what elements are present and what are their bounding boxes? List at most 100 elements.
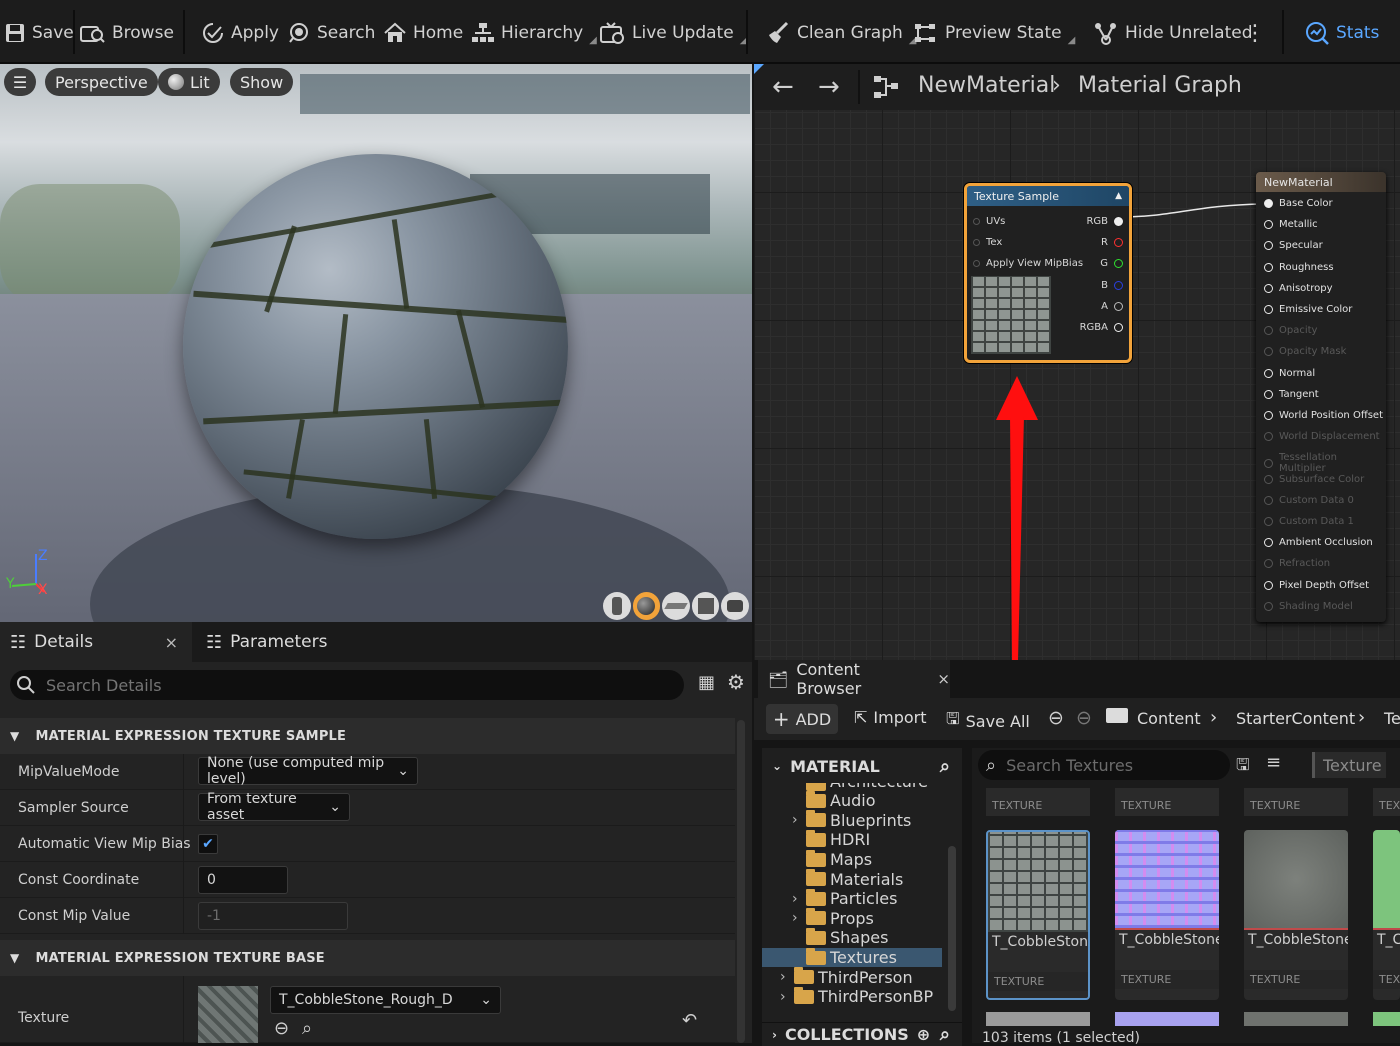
filter-icon[interactable]: ≡: [1266, 752, 1281, 773]
folder-item[interactable]: › Particles: [762, 888, 942, 909]
preview-state-label: Preview State: [945, 23, 1062, 43]
live-update-button[interactable]: Live Update ◢: [600, 14, 747, 52]
kebab-icon: ⋮: [1244, 20, 1266, 46]
material-graph-canvas[interactable]: ← → NewMaterial › Material Graph Texture…: [754, 64, 1400, 660]
path-content[interactable]: Content: [1137, 709, 1201, 728]
chevron-right-icon[interactable]: ›: [780, 989, 790, 1005]
main-toolbar: Save Browse Apply Search Home Hierarchy …: [0, 0, 1400, 64]
stats-button[interactable]: Stats: [1304, 14, 1379, 52]
asset-tile-cobblestone-rough-d[interactable]: T_CobbleStone_Rough_ TEXTURE: [986, 830, 1090, 1000]
asset-tile-cobblestone-rough-n[interactable]: T_CobbleStone_Rough_ TEXTURE: [1115, 830, 1219, 1000]
hierarchy-button[interactable]: Hierarchy ◢: [471, 14, 597, 52]
save-icon: 🖫: [946, 709, 960, 728]
cube-mesh-button[interactable]: [691, 592, 720, 620]
tree-scrollbar[interactable]: [948, 846, 956, 1011]
folder-item[interactable]: › Props: [762, 908, 942, 929]
search-icon[interactable]: ⌕: [940, 756, 950, 777]
more-options-button[interactable]: ⋮: [1244, 14, 1266, 52]
save-search-icon[interactable]: 🖫: [1236, 754, 1250, 781]
folder-item[interactable]: Audio: [762, 790, 942, 811]
browse-button[interactable]: Browse: [80, 14, 174, 52]
asset-tile-next-row[interactable]: [986, 1012, 1090, 1026]
show-button[interactable]: Show: [230, 68, 294, 96]
table-view-icon[interactable]: ▦: [698, 672, 715, 693]
asset-tile-cstone-partial[interactable]: T_CSto TEX: [1373, 830, 1400, 1000]
asset-name: T_CobbleStone_Rough_: [1119, 932, 1219, 948]
history-forward-icon[interactable]: ⊖: [1076, 707, 1092, 729]
tab-content-browser[interactable]: 🗂 Content Browser ×: [758, 660, 950, 698]
apply-button[interactable]: Apply: [201, 14, 279, 52]
mip-value-mode-value: None (use computed mip level): [207, 755, 385, 787]
section-texture-base[interactable]: ▼ MATERIAL EXPRESSION TEXTURE BASE: [0, 940, 735, 976]
custom-mesh-button[interactable]: [721, 592, 749, 620]
folder-item[interactable]: Shapes: [762, 927, 942, 948]
tab-parameters[interactable]: ☷ Parameters: [196, 622, 396, 662]
save-all-button[interactable]: 🖫 Save All: [946, 708, 1030, 735]
search-button[interactable]: Search: [287, 14, 375, 52]
texture-filter-chip[interactable]: Texture: [1312, 752, 1386, 778]
asset-search-field[interactable]: ⌕ Search Textures: [978, 750, 1230, 780]
tree-header[interactable]: ⌄ MATERIAL ⌕: [762, 748, 962, 784]
asset-tile-next-row[interactable]: [1373, 1012, 1400, 1026]
lit-button[interactable]: Lit: [158, 68, 220, 96]
viewport-menu-button[interactable]: ☰: [4, 68, 36, 96]
mip-value-mode-dropdown[interactable]: None (use computed mip level) ⌄: [198, 755, 418, 787]
auto-view-mip-bias-checkbox[interactable]: ✔: [198, 834, 218, 854]
chevron-right-icon[interactable]: ›: [792, 812, 802, 828]
tab-details[interactable]: ☷ Details ×: [0, 622, 192, 662]
asset-tile-cobblestone-smooth[interactable]: T_CobbleStone_Smooth TEXTURE: [1244, 830, 1348, 1000]
settings-gear-icon[interactable]: ⚙: [727, 670, 745, 694]
import-button[interactable]: ⇱ Import: [854, 708, 927, 727]
chevron-right-icon[interactable]: ›: [780, 969, 790, 985]
folder-item[interactable]: Textures: [762, 947, 942, 968]
asset-type-label: TEXTURE: [1115, 788, 1219, 816]
add-collection-icon[interactable]: ⊕: [917, 1025, 930, 1044]
texture-asset-picker[interactable]: T_CobbleStone_Rough_D ⌄: [270, 986, 501, 1014]
preview-viewport[interactable]: ☰ Perspective Lit Show Z X Y: [0, 64, 752, 622]
texture-asset-value: T_CobbleStone_Rough_D: [279, 992, 453, 1008]
history-back-icon[interactable]: ⊖: [1048, 707, 1064, 729]
section-texture-sample[interactable]: ▼ MATERIAL EXPRESSION TEXTURE SAMPLE: [0, 718, 735, 754]
close-icon[interactable]: ×: [165, 633, 178, 652]
search-icon[interactable]: ⌕: [940, 1024, 950, 1045]
sampler-source-dropdown[interactable]: From texture asset ⌄: [198, 791, 350, 823]
const-coordinate-input[interactable]: 0: [198, 866, 288, 894]
folder-item[interactable]: › Blueprints: [762, 810, 942, 831]
use-selected-asset-icon[interactable]: ⊖: [274, 1018, 289, 1039]
preview-state-button[interactable]: Preview State ◢: [913, 14, 1075, 52]
reset-to-default-icon[interactable]: ↶: [682, 1010, 697, 1031]
perspective-button[interactable]: Perspective: [45, 68, 158, 96]
folder-label: Blueprints: [830, 810, 912, 830]
hide-unrelated-button[interactable]: Hide Unrelated: [1093, 14, 1253, 52]
path-starter-content[interactable]: StarterContent: [1236, 709, 1355, 728]
chevron-right-icon[interactable]: ›: [792, 910, 802, 926]
folder-icon: [794, 967, 814, 985]
add-button[interactable]: + ADD: [766, 704, 838, 734]
chevron-right-icon[interactable]: ›: [792, 891, 802, 907]
path-textures[interactable]: Te: [1384, 709, 1400, 728]
folder-item[interactable]: › ThirdPersonBP: [762, 986, 942, 1007]
const-mip-value-input[interactable]: -1: [198, 902, 348, 930]
close-icon[interactable]: ×: [937, 670, 950, 688]
save-button[interactable]: Save: [4, 14, 74, 52]
texture-thumbnail[interactable]: [198, 986, 258, 1043]
home-button[interactable]: Home: [383, 14, 463, 52]
clean-graph-button[interactable]: Clean Graph ◢: [765, 14, 917, 52]
collections-header[interactable]: › COLLECTIONS ⊕ ⌕: [762, 1022, 962, 1046]
folder-item[interactable]: Materials: [762, 869, 942, 889]
search-label: Search: [317, 23, 376, 43]
cylinder-mesh-button[interactable]: [603, 592, 631, 620]
folder-item[interactable]: Architecture: [762, 783, 942, 791]
details-scrollbar[interactable]: [737, 720, 745, 1043]
folder-item[interactable]: › ThirdPerson: [762, 967, 942, 987]
sphere-mesh-button[interactable]: [632, 592, 661, 620]
folder-item[interactable]: Maps: [762, 849, 942, 870]
asset-tile-next-row[interactable]: [1244, 1012, 1348, 1026]
const-coordinate-value: 0: [207, 872, 216, 888]
folder-item[interactable]: HDRI: [762, 829, 942, 850]
browse-asset-search-icon[interactable]: ⌕: [302, 1018, 312, 1039]
plane-mesh-button[interactable]: [662, 592, 690, 620]
folder-list: ArchitectureAudio › BlueprintsHDRIMapsMate…: [762, 783, 942, 1007]
details-search-field[interactable]: Search Details: [10, 670, 684, 700]
asset-tile-next-row[interactable]: [1115, 1012, 1219, 1026]
